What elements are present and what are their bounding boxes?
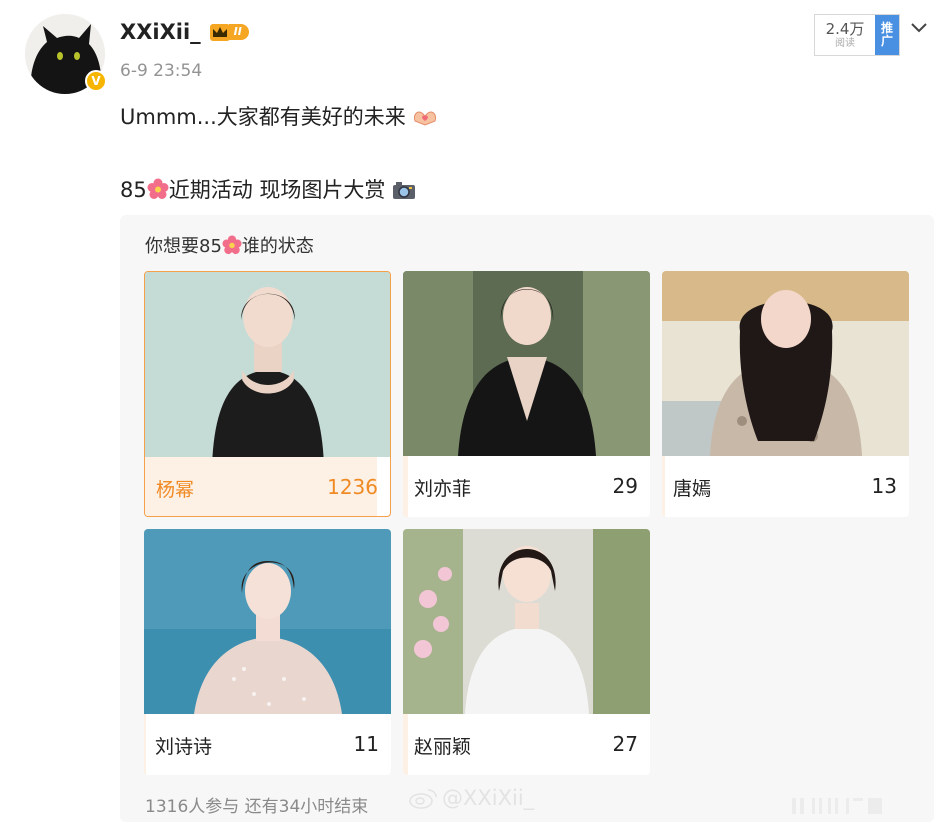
vote-share-bar xyxy=(662,456,665,517)
heart-hands-emoji xyxy=(414,111,437,126)
vote-share-bar xyxy=(403,456,408,517)
poll-question-suffix: 谁的状态 xyxy=(241,236,314,257)
cherry-blossom-emoji xyxy=(147,178,169,199)
read-count-box[interactable]: 2.4万 阅读 推 广 xyxy=(814,14,900,56)
post-text-line2: 85 近期活动 现场图片大赏 xyxy=(120,174,416,204)
watermark-handle: @XXiXii_ xyxy=(442,786,535,810)
post-text-2: 近期活动 现场图片大赏 xyxy=(168,178,386,202)
option-votes: 13 xyxy=(871,474,897,498)
poll-footer: 1316人参与 还有34小时结束 xyxy=(145,797,369,817)
poll-question: 你想要85 谁的状态 xyxy=(145,232,314,258)
poll-option-photo xyxy=(145,272,390,457)
post-text-2-prefix: 85 xyxy=(120,178,147,202)
username[interactable]: XXiXii_ xyxy=(120,20,201,44)
poll-option-photo xyxy=(662,271,909,456)
chevron-down-icon[interactable] xyxy=(906,16,932,40)
option-name: 唐嫣 xyxy=(673,478,712,500)
post-text-line1: Ummm...大家都有美好的未来 xyxy=(120,101,438,131)
poll-option[interactable]: 赵丽颖 27 xyxy=(403,529,650,775)
option-votes: 29 xyxy=(612,474,638,498)
option-votes: 1236 xyxy=(327,475,378,499)
poll-question-prefix: 你想要85 xyxy=(145,236,222,257)
option-name: 赵丽颖 xyxy=(414,736,472,758)
poll-option-photo xyxy=(403,271,650,456)
vote-share-bar xyxy=(403,714,408,775)
poll-option[interactable]: 唐嫣 13 xyxy=(662,271,909,517)
post-text-1: Ummm...大家都有美好的未来 xyxy=(120,105,406,129)
promote-button[interactable]: 推 广 xyxy=(875,15,899,55)
cherry-blossom-emoji xyxy=(222,235,242,255)
vip-crown-icon xyxy=(209,24,230,41)
poll-option[interactable]: 刘亦菲 29 xyxy=(403,271,650,517)
option-name: 刘诗诗 xyxy=(155,736,213,758)
promote-label-2: 广 xyxy=(880,34,893,48)
poll-option[interactable]: 杨幂 1236 xyxy=(144,271,391,517)
vip-badge[interactable]: II xyxy=(209,22,249,42)
watermark: @XXiXii_ xyxy=(408,786,534,810)
poll-option-photo xyxy=(144,529,391,714)
option-name: 刘亦菲 xyxy=(414,478,472,500)
poll-option-photo xyxy=(403,529,650,714)
watermark-mark-icon xyxy=(792,798,882,814)
post-timestamp[interactable]: 6-9 23:54 xyxy=(120,61,202,81)
option-name: 杨幂 xyxy=(156,479,195,501)
weibo-logo-icon xyxy=(409,789,437,809)
option-votes: 11 xyxy=(353,732,379,756)
verified-badge-icon: V xyxy=(85,70,107,92)
poll-option[interactable]: 刘诗诗 11 xyxy=(144,529,391,775)
read-label: 阅读 xyxy=(835,38,855,49)
vote-share-bar xyxy=(144,714,146,775)
read-count: 2.4万 xyxy=(825,20,865,38)
vip-level: II xyxy=(228,24,249,40)
option-votes: 27 xyxy=(612,732,638,756)
camera-emoji xyxy=(393,182,416,199)
